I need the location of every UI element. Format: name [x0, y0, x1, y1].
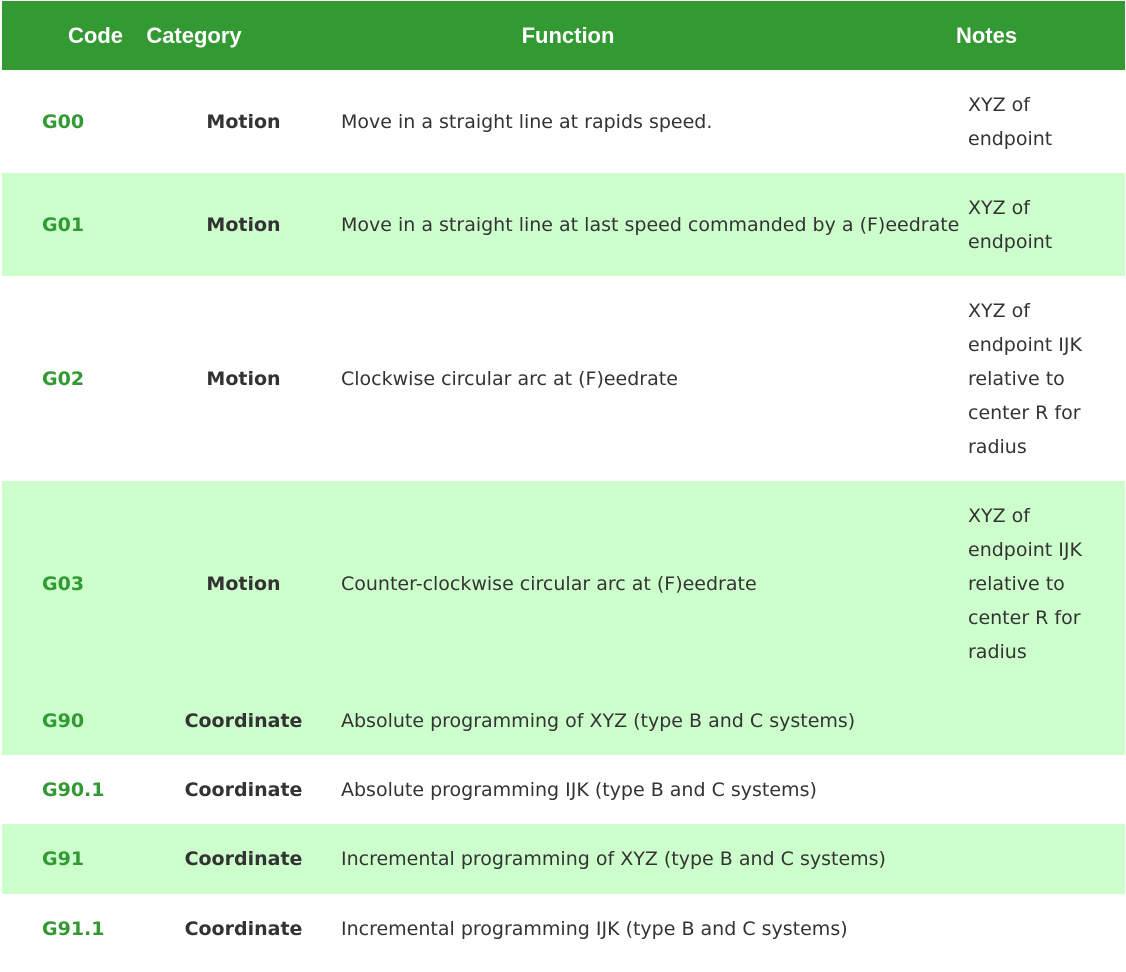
- table-row: G91.1 Coordinate Incremental programming…: [2, 894, 1125, 964]
- header-notes: Notes: [955, 22, 1018, 48]
- row-code: G90: [42, 709, 85, 732]
- row-code: G02: [42, 367, 85, 390]
- table-row: G01 Motion Move in a straight line at la…: [2, 173, 1125, 276]
- row-category: Coordinate: [184, 918, 303, 940]
- table-row: G03 Motion Counter-clockwise circular ar…: [2, 481, 1125, 686]
- row-code: G90.1: [42, 778, 105, 801]
- table-header: Code Category Function Notes: [2, 1, 1125, 70]
- row-notes: XYZ of endpoint IJK relative to center R…: [968, 299, 1082, 458]
- row-function: Absolute programming of XYZ (type B and …: [341, 709, 856, 732]
- row-category: Motion: [206, 110, 281, 133]
- table-row: G00 Motion Move in a straight line at ra…: [2, 70, 1125, 173]
- row-notes: XYZ of endpoint: [968, 196, 1053, 253]
- row-code: G91: [42, 848, 85, 870]
- header-function: Function: [521, 22, 615, 48]
- row-function: Absolute programming IJK (type B and C s…: [341, 778, 817, 801]
- row-code: G91.1: [42, 918, 105, 940]
- row-category: Motion: [206, 367, 281, 390]
- row-function: Counter-clockwise circular arc at (F)eed…: [341, 572, 757, 595]
- gcode-table: Code Category Function Notes G00 Motion …: [2, 1, 1125, 964]
- row-category: Coordinate: [184, 709, 303, 732]
- table-row: G02 Motion Clockwise circular arc at (F)…: [2, 276, 1125, 481]
- row-code: G01: [42, 213, 85, 236]
- row-code: G00: [42, 110, 85, 133]
- table-row: G90 Coordinate Absolute programming of X…: [2, 686, 1125, 755]
- row-function: Move in a straight line at rapids speed.: [341, 110, 713, 133]
- row-notes: XYZ of endpoint IJK relative to center R…: [968, 504, 1082, 663]
- row-function: Move in a straight line at last speed co…: [341, 213, 960, 236]
- row-code: G03: [42, 572, 85, 595]
- row-function: Incremental programming IJK (type B and …: [341, 918, 848, 940]
- row-function: Clockwise circular arc at (F)eedrate: [341, 367, 678, 390]
- header-category: Category: [146, 22, 242, 48]
- row-category: Motion: [206, 213, 281, 236]
- row-category: Motion: [206, 572, 281, 595]
- table-row: G90.1 Coordinate Absolute programming IJ…: [2, 755, 1125, 824]
- row-category: Coordinate: [184, 848, 303, 870]
- row-category: Coordinate: [184, 778, 303, 801]
- table-row: G91 Coordinate Incremental programming o…: [2, 824, 1125, 894]
- row-function: Incremental programming of XYZ (type B a…: [341, 848, 886, 870]
- row-notes: XYZ of endpoint: [968, 93, 1053, 150]
